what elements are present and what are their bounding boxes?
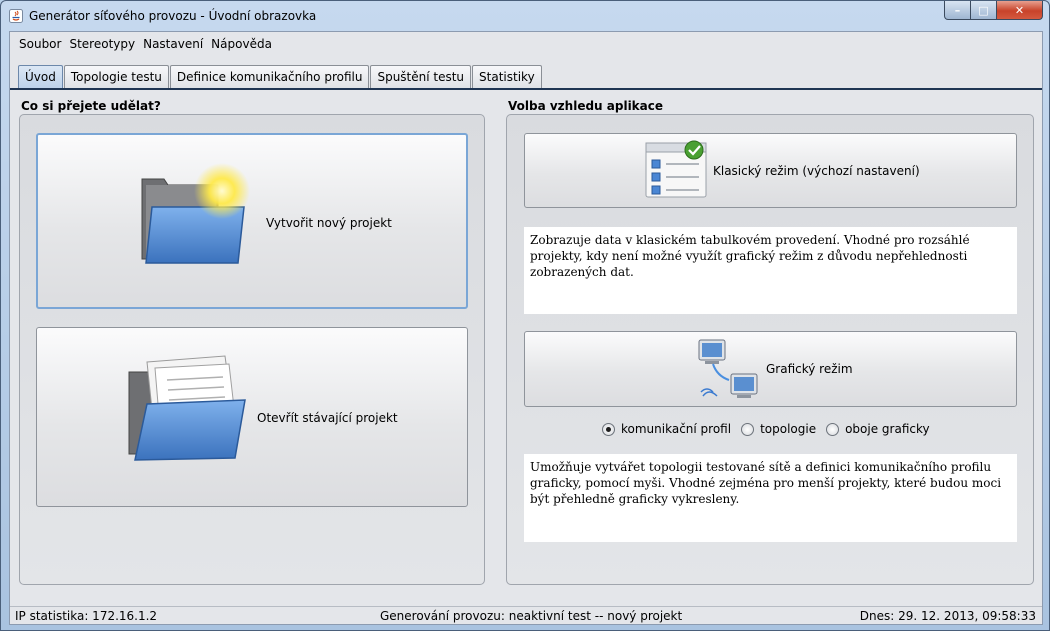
graphic-mode-options: komunikační profil topologie oboje grafi…: [602, 422, 940, 436]
radio-label-topologie: topologie: [760, 422, 817, 436]
radio-selected-icon: [602, 422, 615, 436]
window-title: Generátor síťového provozu - Úvodní obra…: [29, 9, 317, 23]
right-panel-title: Volba vzhledu aplikace: [508, 99, 664, 113]
new-project-label: Vytvořit nový projekt: [266, 216, 392, 230]
classic-mode-button[interactable]: Klasický režim (výchozí nastavení): [524, 133, 1017, 208]
tab-topologie-testu[interactable]: Topologie testu: [63, 65, 169, 88]
view-mode-panel: Klasický režim (výchozí nastavení) Zobra…: [506, 114, 1034, 585]
tab-definice-profilu[interactable]: Definice komunikačního profilu: [169, 65, 370, 88]
tab-uvod[interactable]: Úvod: [18, 65, 63, 88]
window-controls: – □ ✕: [944, 1, 1043, 21]
minimize-icon: –: [954, 3, 961, 17]
new-project-button[interactable]: Vytvořit nový projekt: [36, 133, 468, 309]
menu-stereotypy[interactable]: Stereotypy: [69, 37, 135, 51]
maximize-icon: □: [978, 3, 989, 17]
radio-label-oboje: oboje graficky: [845, 422, 930, 436]
classic-mode-label: Klasický režim (výchozí nastavení): [713, 164, 920, 178]
menu-bar: Soubor Stereotypy Nastavení Nápověda: [10, 32, 1042, 56]
graphic-mode-button[interactable]: Grafický režim: [524, 331, 1017, 407]
menu-napoveda[interactable]: Nápověda: [211, 37, 272, 51]
close-icon: ✕: [1014, 3, 1025, 17]
open-folder-icon: [128, 355, 246, 461]
menu-nastaveni[interactable]: Nastavení: [143, 37, 203, 51]
app-window: Generátor síťového provozu - Úvodní obra…: [0, 0, 1050, 631]
tab-strip: Úvod Topologie testu Definice komunikačn…: [18, 65, 543, 89]
client-area: Soubor Stereotypy Nastavení Nápověda Úvo…: [9, 31, 1043, 625]
title-bar[interactable]: Generátor síťového provozu - Úvodní obra…: [1, 1, 1049, 31]
status-ip: IP statistika: 172.16.1.2: [15, 609, 158, 623]
status-date: Dnes: 29. 12. 2013, 09:58:33: [859, 609, 1036, 623]
left-panel-title: Co si přejete udělat?: [21, 99, 161, 113]
status-traffic: Generování provozu: neaktivní test -- no…: [380, 609, 683, 623]
minimize-button[interactable]: –: [944, 1, 971, 20]
radio-komunikacni-profil[interactable]: komunikační profil: [602, 422, 731, 436]
menu-soubor[interactable]: Soubor: [19, 37, 61, 51]
network-computers-icon: [698, 339, 758, 398]
graphic-mode-description: Umožňuje vytvářet topologii testované sí…: [524, 454, 1017, 542]
classic-mode-icon: [645, 140, 707, 198]
radio-oboje-graficky[interactable]: oboje graficky: [826, 422, 930, 436]
action-panel: Vytvořit nový projekt Otevřít stávající …: [19, 114, 485, 585]
radio-unselected-icon: [826, 422, 840, 436]
java-app-icon: [9, 9, 23, 23]
radio-unselected-icon: [741, 422, 755, 436]
tab-spusteni-testu[interactable]: Spuštění testu: [370, 65, 472, 88]
open-project-button[interactable]: Otevřít stávající projekt: [36, 327, 468, 507]
graphic-mode-label: Grafický režim: [766, 362, 853, 376]
radio-topologie[interactable]: topologie: [741, 422, 816, 436]
open-project-label: Otevřít stávající projekt: [257, 411, 398, 425]
tab-content-border: [10, 88, 1042, 90]
radio-label-profil: komunikační profil: [621, 422, 732, 436]
classic-mode-description: Zobrazuje data v klasickém tabulkovém pr…: [524, 227, 1017, 314]
maximize-button[interactable]: □: [971, 1, 997, 20]
close-button[interactable]: ✕: [997, 1, 1043, 20]
status-bar: IP statistika: 172.16.1.2 Generování pro…: [10, 606, 1042, 625]
tab-statistiky[interactable]: Statistiky: [472, 65, 542, 88]
new-folder-icon: [141, 163, 250, 264]
